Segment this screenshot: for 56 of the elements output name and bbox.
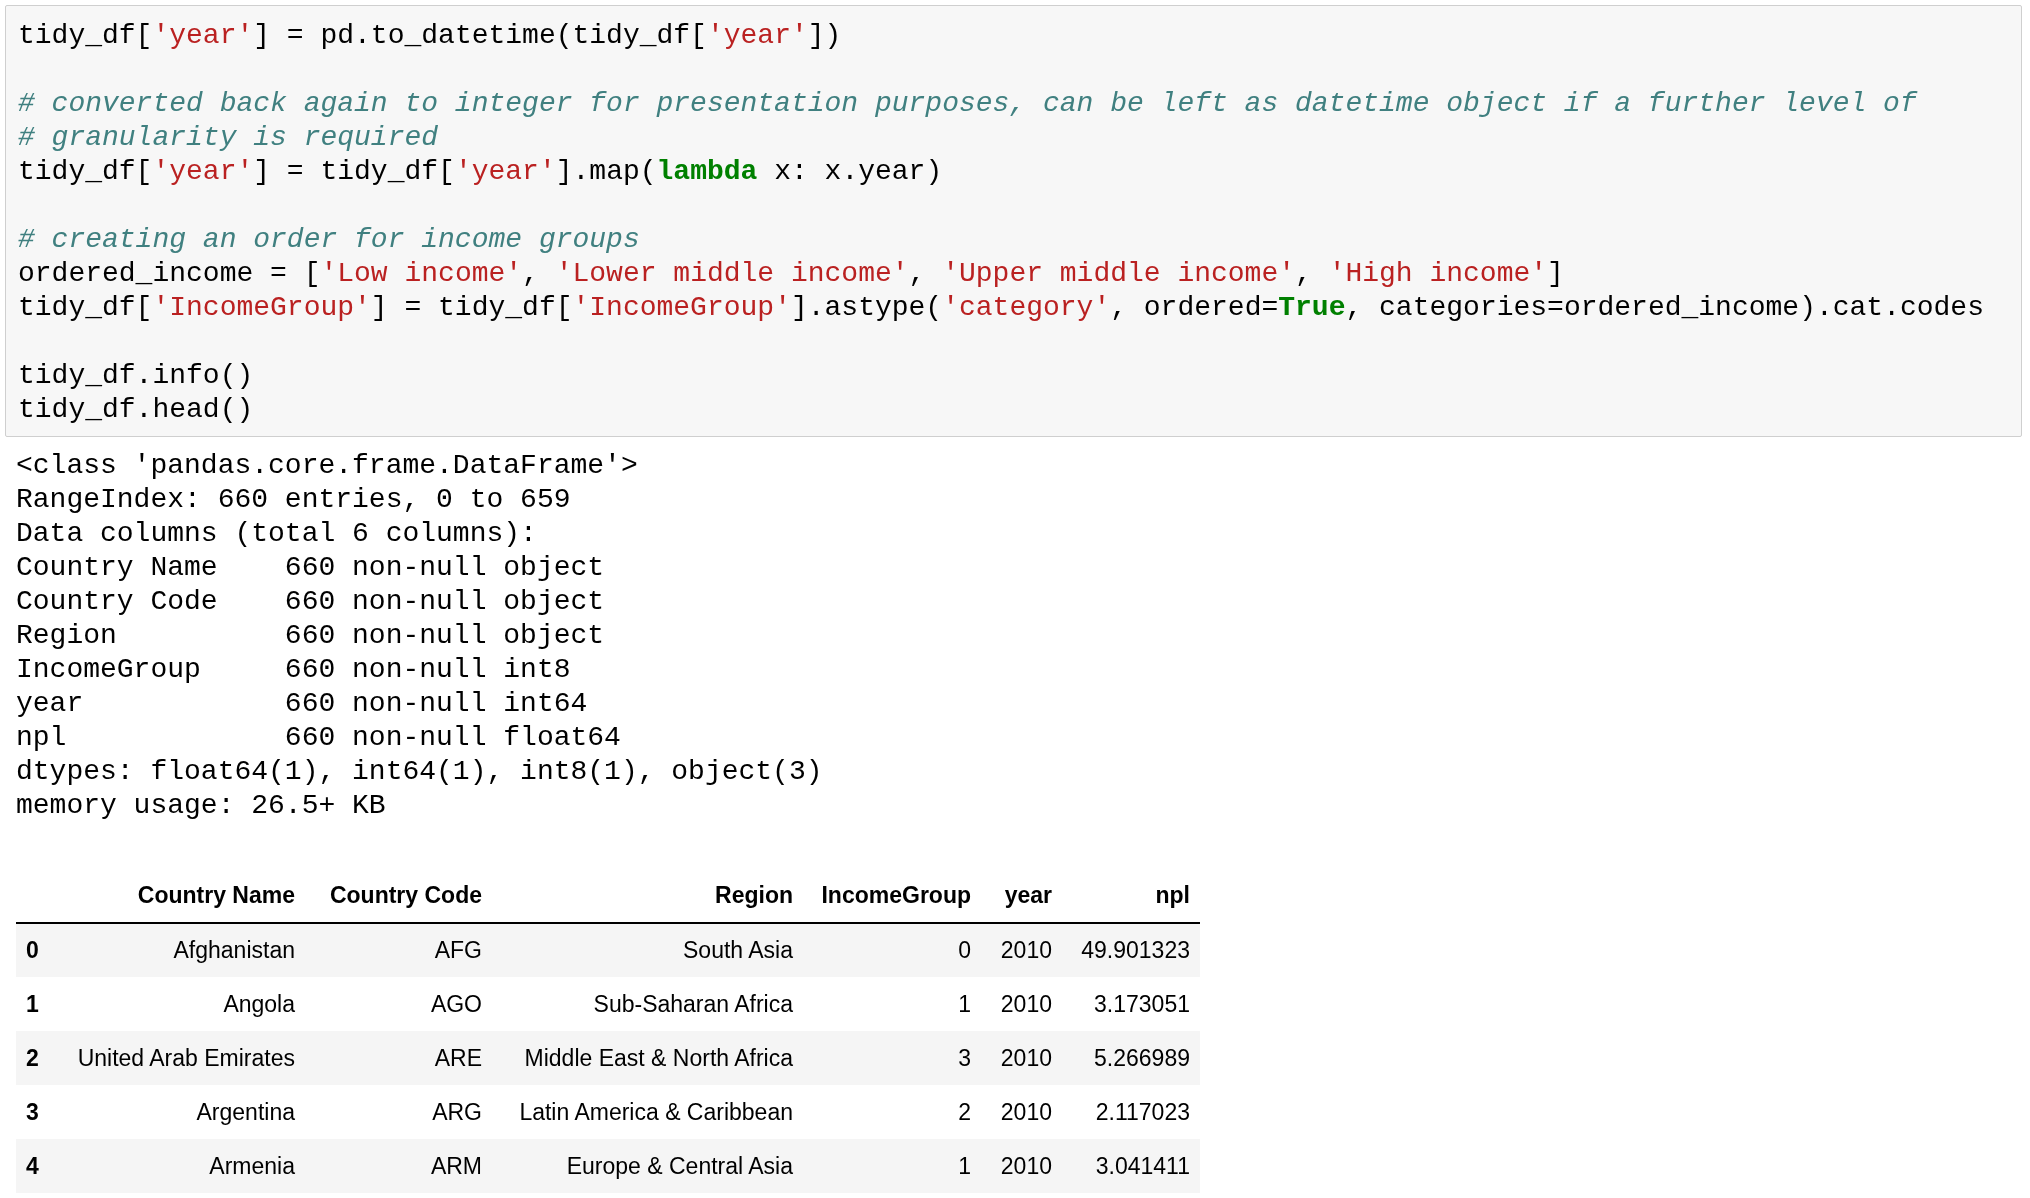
code-line: # converted back again to integer for presentation purposes, can be left as datetime object if a further level of bbox=[18, 87, 1919, 121]
table-cell: 1 bbox=[803, 1139, 981, 1193]
table-cell: 1 bbox=[803, 977, 981, 1031]
code-line: tidy_df.head() bbox=[18, 393, 255, 427]
row-index: 3 bbox=[16, 1085, 58, 1139]
table-cell: ARM bbox=[305, 1139, 492, 1193]
output-line: Country Code 660 non-null object bbox=[16, 585, 606, 619]
table-cell: 3 bbox=[803, 1031, 981, 1085]
row-index: 4 bbox=[16, 1139, 58, 1193]
code-line: # granularity is required bbox=[18, 121, 440, 155]
table-cell: 2010 bbox=[981, 923, 1062, 977]
table-cell: 5.266989 bbox=[1062, 1031, 1200, 1085]
table-cell: 2010 bbox=[981, 977, 1062, 1031]
code-line: tidy_df['year'] = tidy_df['year'].map(lambda x: x.year) bbox=[18, 155, 944, 189]
table-cell: 0 bbox=[803, 923, 981, 977]
output-line: Region 660 non-null object bbox=[16, 619, 606, 653]
table-cell: 2010 bbox=[981, 1139, 1062, 1193]
output-line: Country Name 660 non-null object bbox=[16, 551, 606, 585]
output-line: <class 'pandas.core.frame.DataFrame'> bbox=[16, 449, 639, 483]
code-line: tidy_df['year'] = pd.to_datetime(tidy_df['year']) bbox=[18, 19, 843, 53]
table-cell: ARG bbox=[305, 1085, 492, 1139]
code-line: tidy_df['IncomeGroup'] = tidy_df['IncomeGroup'].astype('category', ordered=True, categories=ordered_income).cat.codes bbox=[18, 291, 1985, 325]
table-cell: Afghanistan bbox=[58, 923, 305, 977]
output-line: npl 660 non-null float64 bbox=[16, 721, 622, 755]
table-cell: 3.173051 bbox=[1062, 977, 1200, 1031]
output-line: memory usage: 26.5+ KB bbox=[16, 789, 387, 823]
table-cell: 2010 bbox=[981, 1031, 1062, 1085]
table-cell: Sub-Saharan Africa bbox=[492, 977, 803, 1031]
code-cell[interactable] bbox=[5, 5, 2022, 437]
row-index: 1 bbox=[16, 977, 58, 1031]
code-line: tidy_df.info() bbox=[18, 359, 255, 393]
table-cell: Europe & Central Asia bbox=[492, 1139, 803, 1193]
output-line: Data columns (total 6 columns): bbox=[16, 517, 538, 551]
code-line: # creating an order for income groups bbox=[18, 223, 641, 257]
output-line: year 660 non-null int64 bbox=[16, 687, 589, 721]
row-index: 2 bbox=[16, 1031, 58, 1085]
table-cell: ARE bbox=[305, 1031, 492, 1085]
table-cell: Latin America & Caribbean bbox=[492, 1085, 803, 1139]
output-line: RangeIndex: 660 entries, 0 to 659 bbox=[16, 483, 572, 517]
table-cell: Argentina bbox=[58, 1085, 305, 1139]
table-cell: 2010 bbox=[981, 1085, 1062, 1139]
output-line: dtypes: float64(1), int64(1), int8(1), object(3) bbox=[16, 755, 824, 789]
table-cell: 49.901323 bbox=[1062, 923, 1200, 977]
table-cell: Middle East & North Africa bbox=[492, 1031, 803, 1085]
output-line: IncomeGroup 660 non-null int8 bbox=[16, 653, 572, 687]
table-cell: United Arab Emirates bbox=[58, 1031, 305, 1085]
table-cell: Angola bbox=[58, 977, 305, 1031]
row-index: 0 bbox=[16, 923, 58, 977]
table-cell: Armenia bbox=[58, 1139, 305, 1193]
table-cell: South Asia bbox=[492, 923, 803, 977]
table-cell: 2 bbox=[803, 1085, 981, 1139]
code-line: ordered_income = ['Low income', 'Lower middle income', 'Upper middle income', 'High income'] bbox=[18, 257, 1565, 291]
table-cell: AFG bbox=[305, 923, 492, 977]
table-cell: 3.041411 bbox=[1062, 1139, 1200, 1193]
table-cell: 2.117023 bbox=[1062, 1085, 1200, 1139]
table-cell: AGO bbox=[305, 977, 492, 1031]
